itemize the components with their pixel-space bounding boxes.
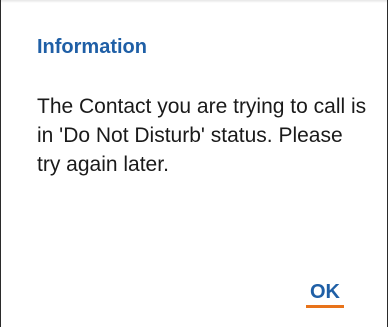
ok-button[interactable]: OK [301, 272, 349, 312]
information-dialog: Information The Contact you are trying t… [0, 0, 388, 327]
dialog-top-shadow [1, 0, 388, 3]
dialog-message: The Contact you are trying to call is in… [37, 95, 367, 176]
ok-button-label: OK [310, 281, 340, 303]
dialog-title: Information [37, 36, 147, 58]
ok-button-underline [306, 305, 344, 308]
